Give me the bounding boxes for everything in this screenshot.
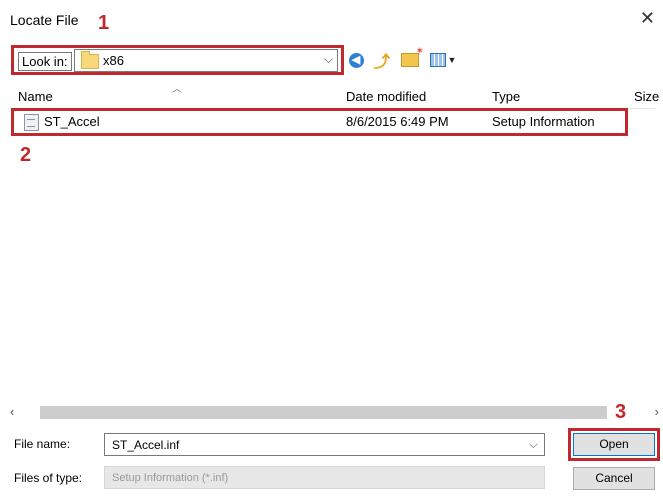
column-header-date[interactable]: Date modified: [346, 89, 426, 104]
back-icon: ◀: [348, 52, 364, 68]
files-of-type-label: Files of type:: [14, 471, 83, 485]
up-folder-button[interactable]: ⤴: [372, 50, 392, 71]
file-name-label: File name:: [14, 437, 71, 451]
look-in-value: x86: [103, 53, 124, 68]
file-type-cell: Setup Information: [492, 114, 595, 129]
file-name-input[interactable]: ST_Accel.inf ⌵: [104, 433, 545, 456]
file-date-cell: 8/6/2015 6:49 PM: [346, 114, 449, 129]
chevron-down-icon[interactable]: ⌵: [324, 52, 333, 67]
up-folder-icon: ⤴: [373, 54, 390, 71]
dropdown-arrow-icon: ▼: [447, 55, 457, 65]
horizontal-scrollbar[interactable]: ‹ ›: [10, 404, 659, 421]
new-folder-button[interactable]: [400, 46, 424, 70]
sort-caret-icon: ︿: [172, 84, 182, 95]
annotation-2: 2: [20, 144, 32, 166]
header-divider: [10, 108, 655, 109]
look-in-label: Look in:: [18, 52, 72, 71]
dialog-title: Locate File: [10, 12, 79, 28]
new-folder-icon: [401, 46, 424, 67]
file-icon: [24, 114, 39, 131]
column-header-name[interactable]: Name: [18, 89, 53, 104]
files-of-type-dropdown[interactable]: Setup Information (*.inf): [104, 466, 545, 489]
open-button[interactable]: Open: [573, 433, 655, 456]
annotation-1: 1: [98, 12, 110, 34]
view-menu-button[interactable]: ▼: [428, 50, 458, 70]
scroll-left-icon[interactable]: ‹: [10, 404, 14, 419]
locate-file-dialog: Locate File ✕ 1 2 3 Look in: x86 ⌵ ◀ ⤴ ▼…: [0, 0, 663, 501]
chevron-down-icon[interactable]: ⌵: [529, 437, 538, 452]
look-in-dropdown[interactable]: x86 ⌵: [74, 49, 338, 72]
column-header-type[interactable]: Type: [492, 89, 520, 104]
folder-icon: [81, 51, 99, 69]
back-button[interactable]: ◀: [346, 50, 366, 70]
view-menu-icon: [429, 53, 446, 67]
file-row[interactable]: ST_Accel 8/6/2015 6:49 PM Setup Informat…: [14, 110, 626, 134]
close-icon[interactable]: ✕: [640, 9, 655, 27]
files-of-type-value: Setup Information (*.inf): [112, 472, 229, 484]
column-header-size[interactable]: Size: [634, 89, 659, 104]
file-name-cell: ST_Accel: [44, 114, 100, 129]
file-name-value: ST_Accel.inf: [112, 438, 180, 452]
scroll-right-icon[interactable]: ›: [655, 404, 659, 419]
cancel-button[interactable]: Cancel: [573, 467, 655, 490]
scrollbar-thumb[interactable]: [40, 406, 607, 419]
